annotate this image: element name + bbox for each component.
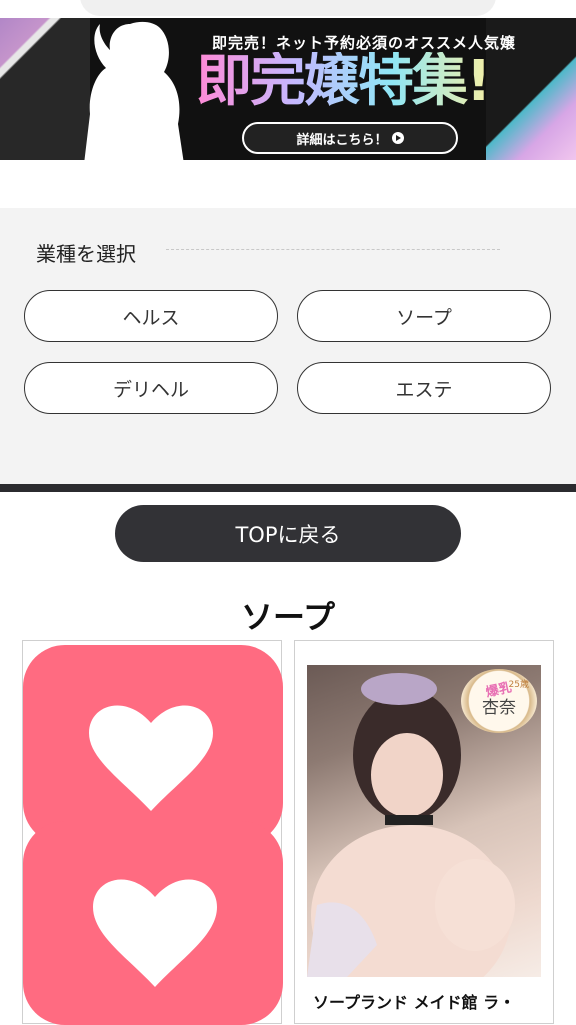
section-title: ソープ xyxy=(240,598,336,636)
cast-name: 杏奈 xyxy=(482,698,516,718)
silhouette-image xyxy=(84,21,184,160)
shop-name: ソープランド メイド館 ラ・ xyxy=(313,993,516,1012)
category-select-heading: 業種を選択 xyxy=(36,242,136,266)
placeholder-heart-image xyxy=(23,645,283,1025)
cast-photo: 25歳 爆乳 杏奈 xyxy=(307,665,541,977)
banner-title: 即完嬢特集! xyxy=(196,49,492,114)
category-button-health[interactable]: ヘルス xyxy=(24,290,278,342)
shop-card[interactable]: 25歳 爆乳 杏奈 ソープランド メイド館 ラ・ xyxy=(294,640,554,1024)
category-button-esthe[interactable]: エステ xyxy=(297,362,551,414)
featured-banner[interactable]: 即完売！ネット予約必須のオススメ人気嬢 即完嬢特集! 詳細はこちら！ xyxy=(0,18,576,160)
top-search-pill[interactable] xyxy=(80,0,496,16)
play-icon xyxy=(391,132,404,144)
shop-card[interactable] xyxy=(22,640,283,1025)
category-button-soap[interactable]: ソープ xyxy=(297,290,551,342)
back-to-top-button[interactable]: TOPに戻る xyxy=(115,505,461,562)
divider xyxy=(166,249,500,250)
section-divider-bar xyxy=(0,484,576,492)
banner-detail-button[interactable]: 詳細はこちら！ xyxy=(242,122,458,154)
cast-badge: 25歳 爆乳 杏奈 xyxy=(461,669,537,733)
category-button-deliheru[interactable]: デリヘル xyxy=(24,362,278,414)
category-select-panel: 業種を選択 ヘルス ソープ デリヘル エステ xyxy=(0,208,576,484)
banner-detail-label: 詳細はこちら！ xyxy=(296,132,388,148)
